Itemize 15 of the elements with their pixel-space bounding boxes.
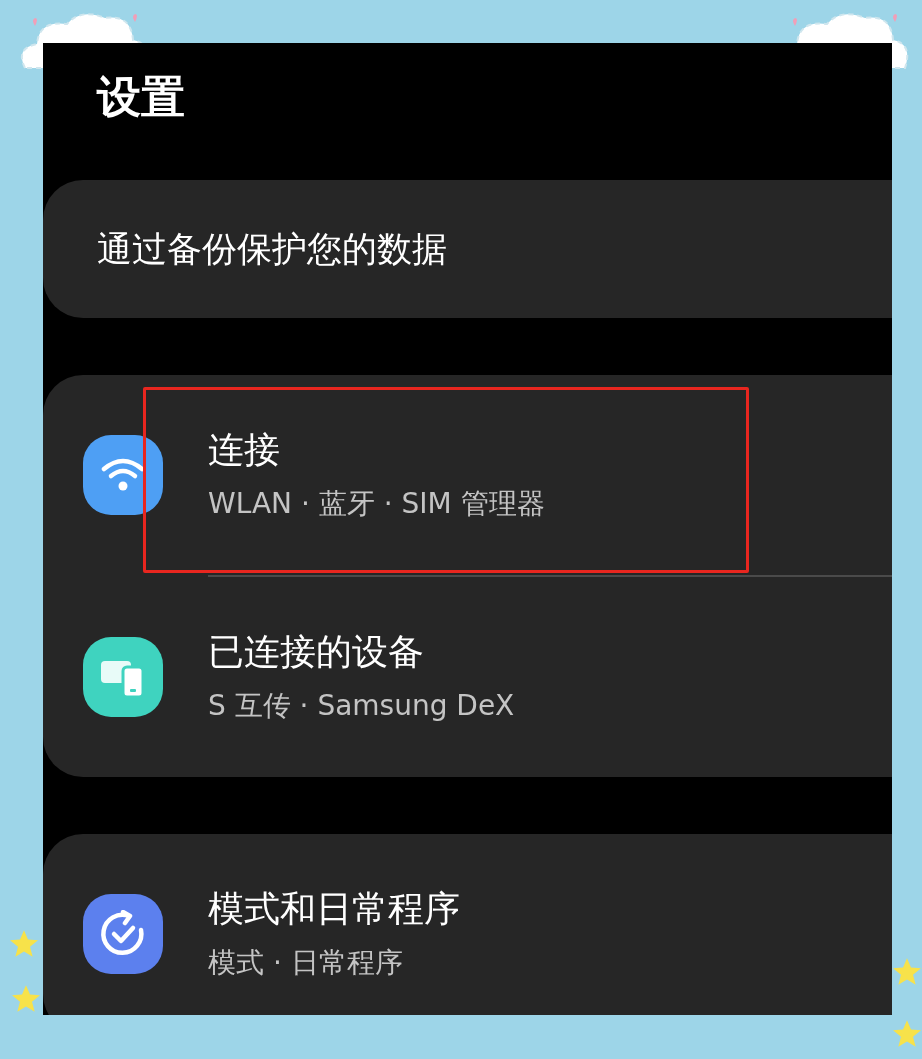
item-title: 连接 [208, 428, 281, 472]
item-subtitle: S 互传 · Samsung DeX [208, 688, 515, 724]
star-drawing [893, 1020, 921, 1047]
item-subtitle: WLAN · 蓝牙 · SIM 管理器 [208, 486, 545, 522]
settings-item[interactable]: 连接 WLAN · 蓝牙 · SIM 管理器 [43, 375, 892, 575]
settings-item[interactable]: 已连接的设备 S 互传 · Samsung DeX [43, 577, 892, 777]
page-title: 设置 [97, 71, 185, 123]
item-title: 模式和日常程序 [208, 887, 460, 931]
item-title: 已连接的设备 [208, 630, 425, 674]
star-drawing [10, 930, 38, 957]
item-subtitle: 模式 · 日常程序 [208, 945, 404, 981]
backup-prompt[interactable]: 通过备份保护您的数据 [97, 225, 447, 273]
star-drawing [12, 985, 40, 1012]
settings-item[interactable]: 模式和日常程序 模式 · 日常程序 [43, 834, 892, 1015]
star-drawing [893, 958, 921, 985]
